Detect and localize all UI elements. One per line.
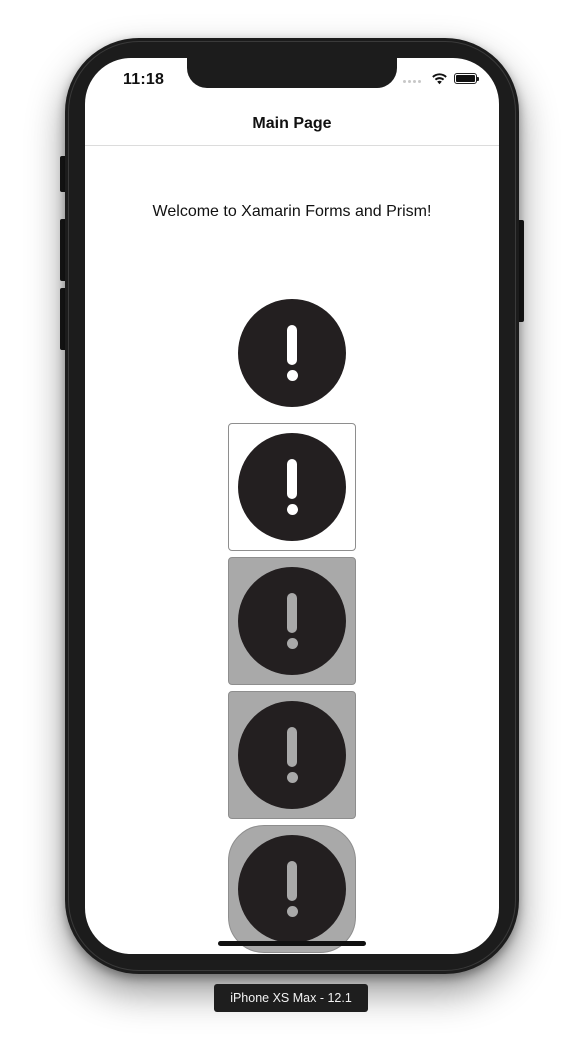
status-icons	[403, 72, 479, 85]
image-button-bordered[interactable]	[228, 423, 356, 551]
alert-icon	[238, 701, 346, 809]
alert-icon	[238, 433, 346, 541]
image-button-plain[interactable]	[238, 299, 346, 407]
device-screen: 11:18 Main Page Welcome to Xamarin Forms…	[85, 58, 499, 954]
alert-icon	[238, 299, 346, 407]
page-title: Main Page	[252, 114, 332, 132]
alert-icon	[238, 835, 346, 943]
battery-icon	[454, 73, 479, 84]
simulator-stage: 11:18 Main Page Welcome to Xamarin Forms…	[0, 0, 584, 1048]
image-button-grey-2[interactable]	[228, 691, 356, 819]
image-button-rounded[interactable]	[228, 825, 356, 953]
signal-dots-icon	[403, 80, 421, 83]
welcome-label: Welcome to Xamarin Forms and Prism!	[152, 203, 432, 220]
device-label: iPhone XS Max - 12.1	[214, 984, 368, 1012]
alert-icon	[238, 567, 346, 675]
navigation-bar: Main Page	[85, 102, 499, 146]
wifi-icon	[432, 73, 447, 85]
notch	[187, 58, 397, 88]
image-button-grey-1[interactable]	[228, 557, 356, 685]
home-indicator[interactable]	[218, 941, 366, 946]
status-time: 11:18	[123, 71, 165, 88]
